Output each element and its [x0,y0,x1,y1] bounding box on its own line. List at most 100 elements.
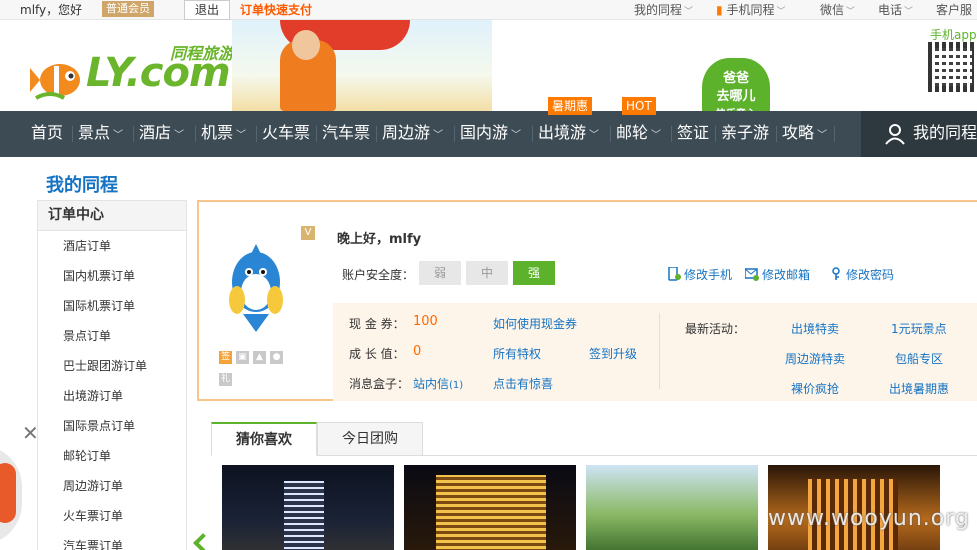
nav-nearby[interactable]: 周边游 ﹀ [382,111,443,157]
chevron-down-icon: ﹀ [651,130,662,141]
nav-home[interactable]: 首页 [31,111,63,157]
security-strong: 强 [513,261,555,285]
member-badge[interactable]: 普通会员 [102,1,154,17]
close-icon[interactable]: ✕ [22,421,39,445]
top-link-label: 电话 [878,3,903,17]
nav-label: 邮轮 [616,123,649,142]
inbox-link[interactable]: 站内信(1) [413,375,463,392]
top-link-label: 微信 [820,3,845,17]
cash-label: 现 金 券： [349,317,405,331]
tab-group-buy[interactable]: 今日团购 [317,422,423,456]
chevron-down-icon: ﹀ [817,130,828,141]
sidebar-item-train[interactable]: 火车票订单 [38,501,186,531]
chevron-down-icon: ﹀ [684,7,694,17]
growth-value: 0 [413,344,422,359]
top-link-wechat[interactable]: 微信 ﹀ [820,1,855,18]
gift-box-icon[interactable]: ▣ [236,351,249,364]
nav-separator [376,126,377,142]
recommend-thumbnail[interactable] [222,465,394,550]
order-sidebar: 订单中心 酒店订单 国内机票订单 国际机票订单 景点订单 巴士跟团游订单 出境游… [37,200,187,550]
nav-label: 攻略 [782,123,815,142]
header-banner[interactable] [232,20,492,111]
sidebar-item-intl-scenic[interactable]: 国际景点订单 [38,411,186,441]
nav-bus[interactable]: 汽车票 [322,111,370,157]
inbox-count: (1) [449,380,464,391]
sidebar-item-scenic[interactable]: 景点订单 [38,321,186,351]
phone-check-icon [668,267,681,281]
floating-ad[interactable] [0,445,22,545]
nav-train[interactable]: 火车票 [262,111,310,157]
modify-email-label: 修改邮箱 [762,268,811,282]
sidebar-item-intl-flight[interactable]: 国际机票订单 [38,291,186,321]
sidebar-item-outbound[interactable]: 出境游订单 [38,381,186,411]
sidebar-item-cruise[interactable]: 邮轮订单 [38,441,186,471]
modify-phone-label: 修改手机 [684,268,733,282]
sidebar-item-nearby[interactable]: 周边游订单 [38,471,186,501]
security-weak: 弱 [419,261,461,285]
logout-button[interactable]: 退出 [184,0,230,20]
spokesperson-face [292,30,320,60]
nav-cruise[interactable]: HOT 邮轮 ﹀ [616,97,662,157]
nav-outbound[interactable]: 暑期惠 出境游 ﹀ [538,97,599,157]
recommend-thumbnail[interactable] [586,465,758,550]
nav-guide[interactable]: 攻略 ﹀ [782,111,827,157]
dolphin-avatar[interactable] [225,242,287,338]
nav-visa[interactable]: 签证 [677,111,709,157]
activity-link[interactable]: 出境特卖 [791,320,839,337]
surprise-link[interactable]: 点击有惊喜 [493,375,553,392]
main-nav: 首页 景点 ﹀ 酒店 ﹀ 机票 ﹀ 火车票 汽车票 周边游 ﹀ 国内游 ﹀ 暑期惠 出境游 ﹀… [0,97,977,157]
nav-scenic[interactable]: 景点 ﹀ [78,111,123,157]
quick-pay-link[interactable]: 订单快速支付 [240,1,312,18]
top-link-phone[interactable]: 电话 ﹀ [878,1,913,18]
chevron-down-icon: ﹀ [113,130,124,141]
activity-link[interactable]: 1元玩景点 [891,320,947,337]
security-label: 账户安全度： [342,268,415,282]
activity-link[interactable]: 包船专区 [895,350,943,367]
chevron-down-icon: ﹀ [174,130,185,141]
info-divider [659,313,660,389]
recommend-thumbnail[interactable] [404,465,576,550]
badge-line: 去哪儿 [716,89,756,104]
sidebar-item-coach[interactable]: 汽车票订单 [38,531,186,550]
sign-upgrade-link[interactable]: 签到升级 [589,345,637,362]
cash-value: 100 [413,314,438,329]
sidebar-item-domestic-flight[interactable]: 国内机票订单 [38,261,186,291]
cash-help-link[interactable]: 如何使用现金券 [493,315,577,332]
my-tongcheng-menu[interactable]: 我的同程 [861,111,977,157]
lock-icon[interactable]: ▲ [253,351,266,364]
nav-flight[interactable]: 机票 ﹀ [201,111,246,157]
nav-hotel[interactable]: 酒店 ﹀ [139,111,184,157]
gift-icon[interactable]: 礼 [219,373,232,386]
activity-link[interactable]: 出境暑期惠 [889,380,949,397]
nav-domestic[interactable]: 国内游 ﹀ [460,111,521,157]
sign-in-icon[interactable]: 签 [219,351,232,364]
top-link-label: 我的同程 [634,3,683,17]
site-logo[interactable]: LY.com 同程旅游 [30,40,240,114]
qr-code-icon[interactable] [928,42,977,92]
modify-phone-link[interactable]: 修改手机 [667,266,732,283]
activity-link[interactable]: 裸价疯抢 [791,380,839,397]
chevron-down-icon: ﹀ [904,7,914,17]
my-tongcheng-label: 我的同程 [913,123,977,142]
modify-email-link[interactable]: 修改邮箱 [745,266,810,283]
activity-link[interactable]: 周边游特卖 [785,350,845,367]
chevron-down-icon: ﹀ [236,130,247,141]
modify-password-link[interactable]: 修改密码 [829,266,894,283]
top-link-mobile[interactable]: ▮ 手机同程 ﹀ [716,1,785,18]
sidebar-item-hotel[interactable]: 酒店订单 [38,231,186,261]
nav-separator [610,126,611,142]
nav-label: 周边游 [382,123,431,142]
top-link-label: 手机同程 [726,3,775,17]
users-icon[interactable]: ● [270,351,283,364]
privileges-link[interactable]: 所有特权 [493,345,541,362]
prev-arrow-icon[interactable] [193,533,213,550]
nav-family[interactable]: 亲子游 [721,111,769,157]
chevron-down-icon: ﹀ [433,130,444,141]
sidebar-item-bus-tour[interactable]: 巴士跟团游订单 [38,351,186,381]
tab-guess-you-like[interactable]: 猜你喜欢 [211,422,317,456]
greeting-heading: 晚上好，mlfy [337,232,422,247]
top-link-my-tongcheng[interactable]: 我的同程 ﹀ [634,1,693,18]
nav-separator [834,126,835,142]
profile-panel: V 晚上好，mlfy 账户安全度： 弱 中 强 修改手机 修改邮箱 修改密码 签… [197,200,977,401]
recommend-tabs: 猜你喜欢 今日团购 [211,422,977,456]
